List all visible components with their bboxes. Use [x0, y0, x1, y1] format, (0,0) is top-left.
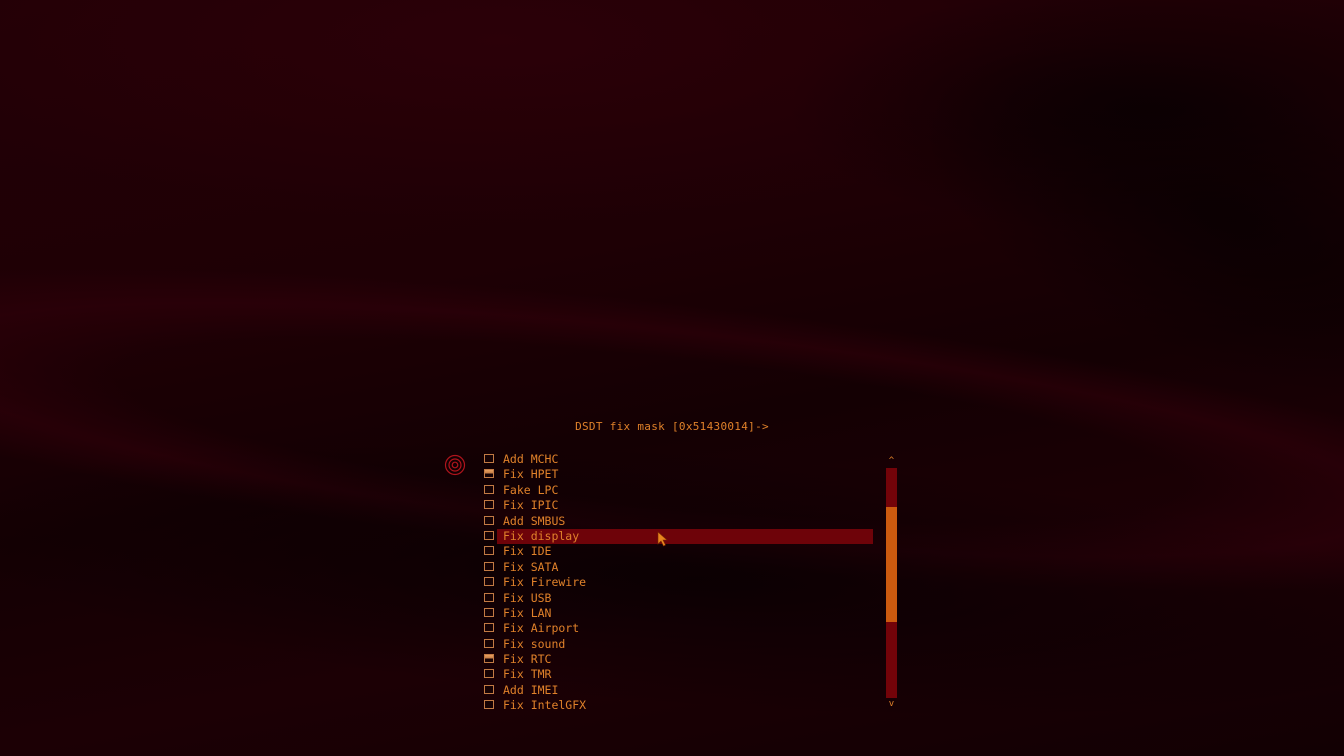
menu-item-label: Fix IPIC [503, 498, 559, 513]
menu-item-label: Fix USB [503, 590, 552, 605]
menu-item[interactable]: Fix LAN [482, 606, 874, 621]
scroll-track[interactable] [886, 468, 897, 698]
menu-item[interactable]: Fix Airport [482, 621, 874, 636]
menu-item[interactable]: Fix TMR [482, 667, 874, 682]
menu-item[interactable]: Fix IDE [482, 544, 874, 559]
menu-item-label: Fix Airport [503, 621, 580, 636]
menu-item-checkbox[interactable] [484, 684, 494, 694]
menu-item-checkbox[interactable] [484, 623, 494, 633]
menu-item-label: Fix sound [503, 636, 566, 651]
menu-item-label: Fix IDE [503, 544, 552, 559]
menu-item[interactable]: Fix IPIC [482, 498, 874, 513]
menu-item[interactable]: Fix SATA [482, 560, 874, 575]
menu-title: DSDT fix mask [0x51430014]-> [575, 420, 769, 433]
menu-item[interactable]: Add SMBUS [482, 514, 874, 529]
menu-item-checkbox[interactable] [484, 592, 494, 602]
menu-item-label: Add MCHC [503, 452, 559, 466]
menu-item[interactable]: Add MCHC [482, 452, 874, 467]
scrollbar[interactable]: ^ v [885, 456, 898, 710]
menu-item-label: Fix LAN [503, 605, 552, 620]
menu-item-checkbox[interactable] [484, 669, 494, 679]
menu-item-checkbox[interactable] [484, 515, 494, 525]
menu-item-checkbox[interactable] [484, 607, 494, 617]
menu-item-label: Fix display [503, 528, 580, 543]
menu-item-checkbox[interactable] [484, 561, 494, 571]
menu-item-checkbox[interactable] [484, 577, 494, 587]
menu-item[interactable]: Fake LPC [482, 483, 874, 498]
menu-item-label: Fix IntelGFX [503, 698, 587, 713]
target-icon [444, 454, 466, 476]
menu-item-checkbox[interactable] [484, 500, 494, 510]
menu-item[interactable]: Fix HPET [482, 467, 874, 482]
menu-item-label: Fake LPC [503, 482, 559, 497]
menu-item-label: Fix SATA [503, 559, 559, 574]
mouse-pointer-icon [657, 531, 669, 547]
menu-item-checkbox[interactable] [484, 454, 494, 463]
menu-item-label: Fix TMR [503, 667, 552, 682]
scroll-down-button[interactable]: v [885, 699, 898, 710]
background-wave [846, 0, 1344, 491]
menu-item-label: Fix Firewire [503, 575, 587, 590]
menu-item[interactable]: Fix RTC [482, 652, 874, 667]
menu-item-checkbox[interactable] [484, 654, 494, 664]
menu-item-checkbox[interactable] [484, 546, 494, 556]
menu-item-checkbox[interactable] [484, 484, 494, 494]
menu-item[interactable]: Fix USB [482, 591, 874, 606]
menu-item-label: Add IMEI [503, 682, 559, 697]
menu-item-label: Fix RTC [503, 652, 552, 667]
menu-item-checkbox[interactable] [484, 530, 494, 540]
menu-item-label: Fix HPET [503, 467, 559, 482]
menu-item[interactable]: Fix display [482, 528, 874, 544]
dsdt-fix-list: Add MCHC Fix HPET Fake LPC Fix IPIC Add SMBU… [482, 452, 874, 714]
menu-item-checkbox[interactable] [484, 700, 494, 710]
menu-item[interactable]: Fix sound [482, 637, 874, 652]
menu-item[interactable]: Fix IntelGFX [482, 698, 874, 713]
scroll-thumb[interactable] [886, 507, 897, 622]
screen-background: DSDT fix mask [0x51430014]-> Add MCHC Fix… [0, 0, 1344, 756]
menu-item-checkbox[interactable] [484, 469, 494, 479]
menu-item[interactable]: Add IMEI [482, 683, 874, 698]
menu-item-checkbox[interactable] [484, 638, 494, 648]
menu-item[interactable]: Fix Firewire [482, 575, 874, 590]
scroll-up-button[interactable]: ^ [885, 456, 898, 467]
menu-item-label: Add SMBUS [503, 513, 566, 528]
